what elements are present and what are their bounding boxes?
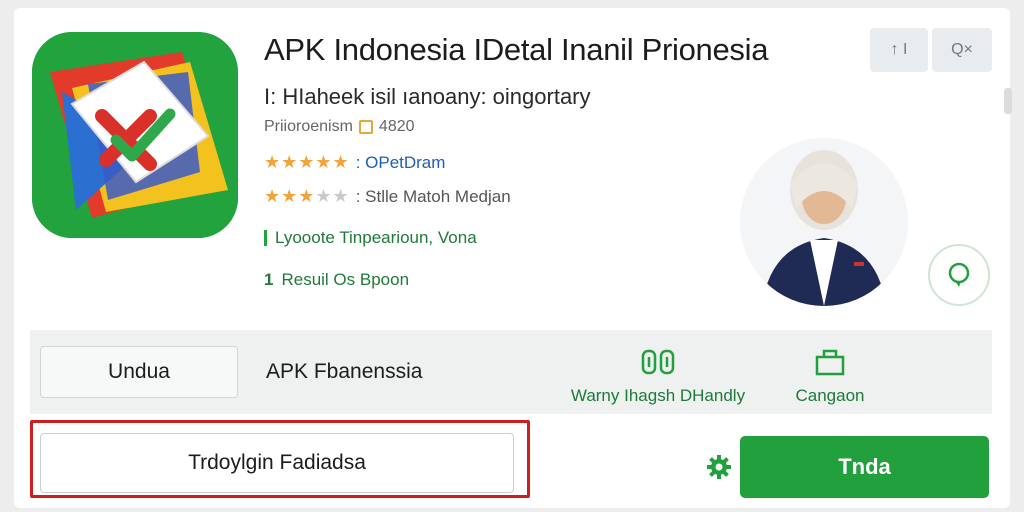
highlight-item: 1 Resuil Os Bpoon [264,270,409,290]
developer-label: Priioroenism [264,118,353,135]
chat-button[interactable] [928,244,990,306]
rating-row: ★★★★★ : OPetDram [264,152,445,173]
chat-bubble-icon [948,262,970,287]
highlight-item: Lyooote Tinpearioun, Vona [264,228,477,248]
unduh-button[interactable]: Undua [40,346,238,398]
search-input[interactable] [40,433,514,493]
search-button[interactable]: Q× [932,28,992,72]
badge-icon [358,120,373,134]
highlight-text: Resuil Os Bpoon [281,270,410,289]
feature-handy[interactable]: Warny Ihagsh DHandly [568,348,748,406]
app-logo-icon [32,32,238,238]
feature-cangaon[interactable]: Cangaon [790,348,870,406]
toggle-icon [641,349,675,375]
highlight-text: Lyooote Tinpearioun, Vona [275,228,477,247]
app-subtitle: I: HIaheek isil ıanoany: oingortary [264,84,591,109]
highlight-marker [264,230,267,246]
feature-label: Cangaon [795,386,865,405]
search-icon: Q× [951,41,973,58]
scrollbar[interactable] [1004,88,1012,114]
app-meta: Priioroenism 4820 [264,118,415,136]
bag-icon [815,349,845,376]
strip-label: APK Fbanenssia [266,360,423,383]
download-button[interactable]: Tnda [740,436,989,498]
feature-label: Warny Ihagsh DHandly [570,386,746,405]
highlight-number: 1 [264,270,274,289]
star-rating-icon: ★★★★★ [264,186,350,206]
avatar [740,138,908,306]
info-icon: ↑ I [890,41,908,58]
app-title: APK Indonesia IDetal Inanil Prionesia [264,32,769,67]
rating-label: : Stlle Matoh Medjan [355,186,511,206]
rating-label: : OPetDram [355,152,446,172]
info-button[interactable]: ↑ I [870,28,928,72]
gear-icon[interactable] [706,454,732,480]
rating-row: ★★★★★ : Stlle Matoh Medjan [264,186,511,207]
star-rating-icon: ★★★★★ [264,152,350,172]
meta-value: 4820 [378,118,415,135]
